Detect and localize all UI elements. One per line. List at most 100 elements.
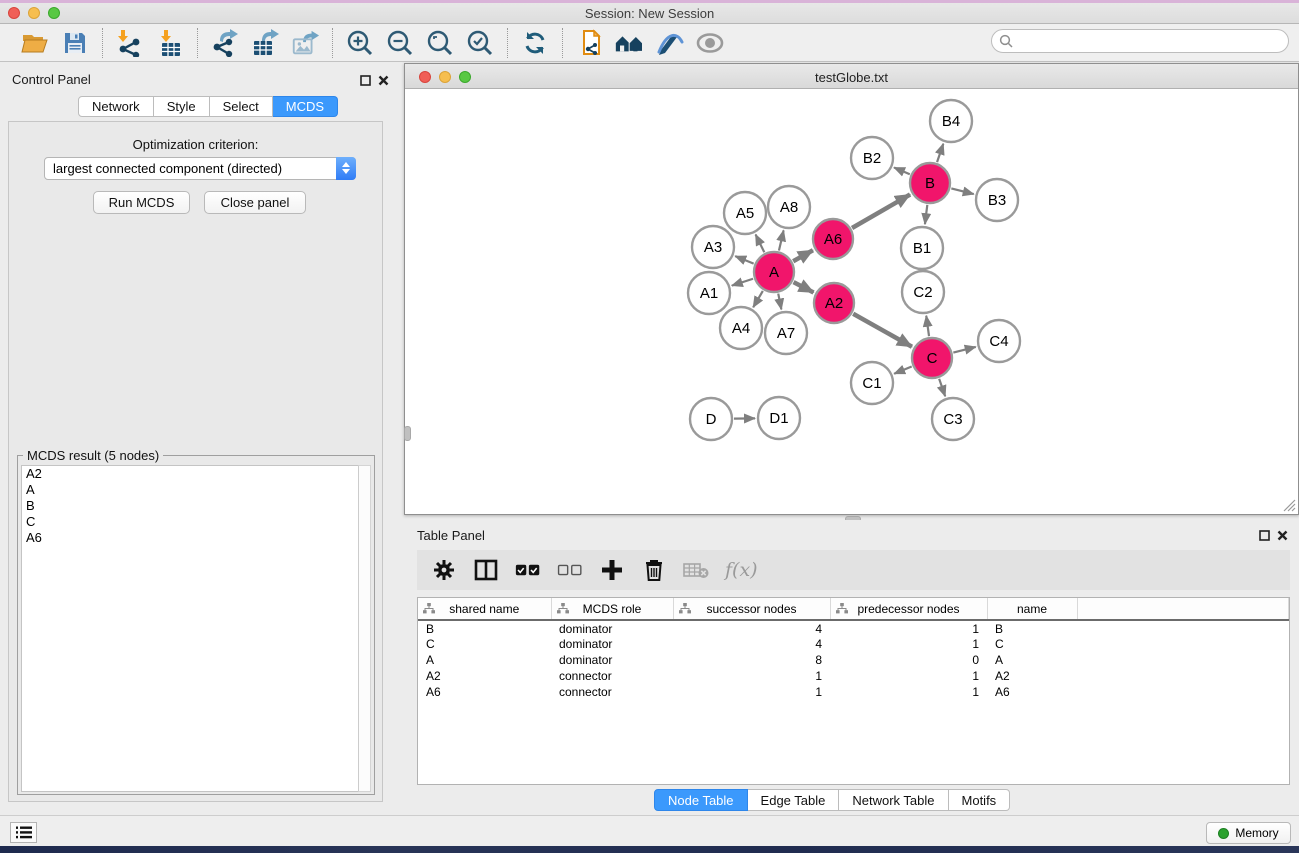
graph-edge-A-A3[interactable]	[735, 256, 753, 264]
float-panel-icon[interactable]	[360, 73, 371, 91]
cell-shared-name[interactable]: C	[418, 636, 551, 652]
import-network-icon[interactable]	[115, 28, 145, 58]
search-input[interactable]	[991, 29, 1289, 53]
graph-edge-A6-B[interactable]	[852, 194, 910, 228]
graph-edge-C-C2[interactable]	[926, 316, 929, 336]
criterion-dropdown[interactable]: largest connected component (directed)	[44, 157, 356, 180]
table-row[interactable]: A6connector11A6	[418, 684, 1289, 700]
cell-name[interactable]: A2	[987, 668, 1077, 684]
graph-edge-B-B4[interactable]	[937, 144, 943, 162]
network-window-titlebar[interactable]: testGlobe.txt	[405, 64, 1298, 89]
cell-name[interactable]: B	[987, 620, 1077, 636]
graph-edge-B-B1[interactable]	[925, 205, 927, 224]
graph-edge-A-A5[interactable]	[756, 235, 765, 253]
zoom-selected-icon[interactable]	[465, 28, 495, 58]
table-row[interactable]: Cdominator41C	[418, 636, 1289, 652]
export-table-icon[interactable]	[250, 28, 280, 58]
delete-table-icon[interactable]	[683, 557, 709, 583]
cell-predecessor-nodes[interactable]: 1	[830, 668, 987, 684]
graph-edge-C-C1[interactable]	[894, 366, 912, 373]
column-header-predecessor-nodes[interactable]: predecessor nodes	[830, 598, 987, 620]
tab-network-table[interactable]: Network Table	[839, 789, 948, 811]
network-graph[interactable]: AA1A2A3A4A5A6A7A8BB1B2B3B4CC1C2C3C4DD1	[405, 89, 1298, 514]
cell-shared-name[interactable]: A	[418, 652, 551, 668]
cell-predecessor-nodes[interactable]: 1	[830, 636, 987, 652]
cell-successor-nodes[interactable]: 8	[673, 652, 830, 668]
graph-edge-A-A6[interactable]	[793, 250, 813, 261]
zoom-out-icon[interactable]	[385, 28, 415, 58]
column-visibility-icon[interactable]	[473, 557, 499, 583]
select-all-icon[interactable]	[515, 557, 541, 583]
save-session-icon[interactable]	[60, 28, 90, 58]
deselect-all-icon[interactable]	[557, 557, 583, 583]
tab-motifs[interactable]: Motifs	[949, 789, 1011, 811]
cell-name[interactable]: A	[987, 652, 1077, 668]
cell-predecessor-nodes[interactable]: 0	[830, 652, 987, 668]
mcds-result-item[interactable]: A2	[22, 466, 359, 482]
hide-annotations-icon[interactable]	[655, 28, 685, 58]
add-column-icon[interactable]	[599, 557, 625, 583]
desktop-vertical-scroll-thumb[interactable]	[404, 426, 411, 441]
column-header-MCDS-role[interactable]: MCDS role	[551, 598, 673, 620]
cell-MCDS-role[interactable]: dominator	[551, 652, 673, 668]
close-panel-icon[interactable]	[378, 73, 389, 91]
table-row[interactable]: Adominator80A	[418, 652, 1289, 668]
graph-edge-A-A4[interactable]	[753, 291, 763, 307]
cell-name[interactable]: A6	[987, 684, 1077, 700]
cell-successor-nodes[interactable]: 4	[673, 636, 830, 652]
cell-shared-name[interactable]: A2	[418, 668, 551, 684]
run-mcds-button[interactable]: Run MCDS	[93, 191, 190, 214]
graph-edge-A2-C[interactable]	[853, 314, 912, 347]
zoom-in-icon[interactable]	[345, 28, 375, 58]
cell-predecessor-nodes[interactable]: 1	[830, 684, 987, 700]
network-canvas[interactable]: AA1A2A3A4A5A6A7A8BB1B2B3B4CC1C2C3C4DD1	[405, 89, 1298, 514]
tab-network[interactable]: Network	[78, 96, 154, 117]
table-row[interactable]: Bdominator41B	[418, 620, 1289, 636]
cell-MCDS-role[interactable]: dominator	[551, 620, 673, 636]
cell-shared-name[interactable]: A6	[418, 684, 551, 700]
mcds-result-item[interactable]: C	[22, 514, 359, 530]
first-neighbors-icon[interactable]	[615, 28, 645, 58]
gear-icon[interactable]	[431, 557, 457, 583]
mcds-result-item[interactable]: B	[22, 498, 359, 514]
graph-edge-B-B3[interactable]	[951, 188, 973, 194]
tab-mcds[interactable]: MCDS	[273, 96, 338, 117]
mcds-list-scrollbar[interactable]	[358, 465, 371, 792]
export-network-icon[interactable]	[210, 28, 240, 58]
refresh-icon[interactable]	[520, 28, 550, 58]
graph-edge-C-C4[interactable]	[953, 347, 975, 353]
float-table-panel-icon[interactable]	[1259, 528, 1270, 546]
export-image-icon[interactable]	[290, 28, 320, 58]
column-header-successor-nodes[interactable]: successor nodes	[673, 598, 830, 620]
cell-MCDS-role[interactable]: connector	[551, 668, 673, 684]
resize-grip-icon[interactable]	[1283, 499, 1296, 512]
cell-shared-name[interactable]: B	[418, 620, 551, 636]
cell-successor-nodes[interactable]: 1	[673, 684, 830, 700]
cell-MCDS-role[interactable]: dominator	[551, 636, 673, 652]
function-builder-icon[interactable]: f(x)	[725, 559, 758, 581]
memory-button[interactable]: Memory	[1206, 822, 1291, 844]
tab-edge-table[interactable]: Edge Table	[748, 789, 840, 811]
graph-edge-A-A8[interactable]	[779, 230, 784, 250]
close-panel-button[interactable]: Close panel	[204, 191, 306, 214]
column-header-name[interactable]: name	[987, 598, 1077, 620]
graph-edge-C-C3[interactable]	[939, 379, 945, 397]
tab-style[interactable]: Style	[154, 96, 210, 117]
close-table-panel-icon[interactable]	[1277, 528, 1288, 546]
graph-edge-A-A7[interactable]	[778, 294, 781, 310]
mcds-result-item[interactable]: A	[22, 482, 359, 498]
tab-select[interactable]: Select	[210, 96, 273, 117]
mcds-result-list[interactable]: A2ABCA6	[21, 465, 360, 792]
table-row[interactable]: A2connector11A2	[418, 668, 1289, 684]
new-network-icon[interactable]	[575, 28, 605, 58]
cell-successor-nodes[interactable]: 1	[673, 668, 830, 684]
graph-edge-B-B2[interactable]	[894, 167, 910, 174]
import-table-icon[interactable]	[155, 28, 185, 58]
delete-column-icon[interactable]	[641, 557, 667, 583]
mcds-result-item[interactable]: A6	[22, 530, 359, 546]
zoom-fit-icon[interactable]	[425, 28, 455, 58]
graph-edge-A-A2[interactable]	[794, 282, 814, 292]
column-header-shared-name[interactable]: shared name	[418, 598, 551, 620]
task-history-button[interactable]	[10, 822, 37, 843]
tab-node-table[interactable]: Node Table	[654, 789, 748, 811]
